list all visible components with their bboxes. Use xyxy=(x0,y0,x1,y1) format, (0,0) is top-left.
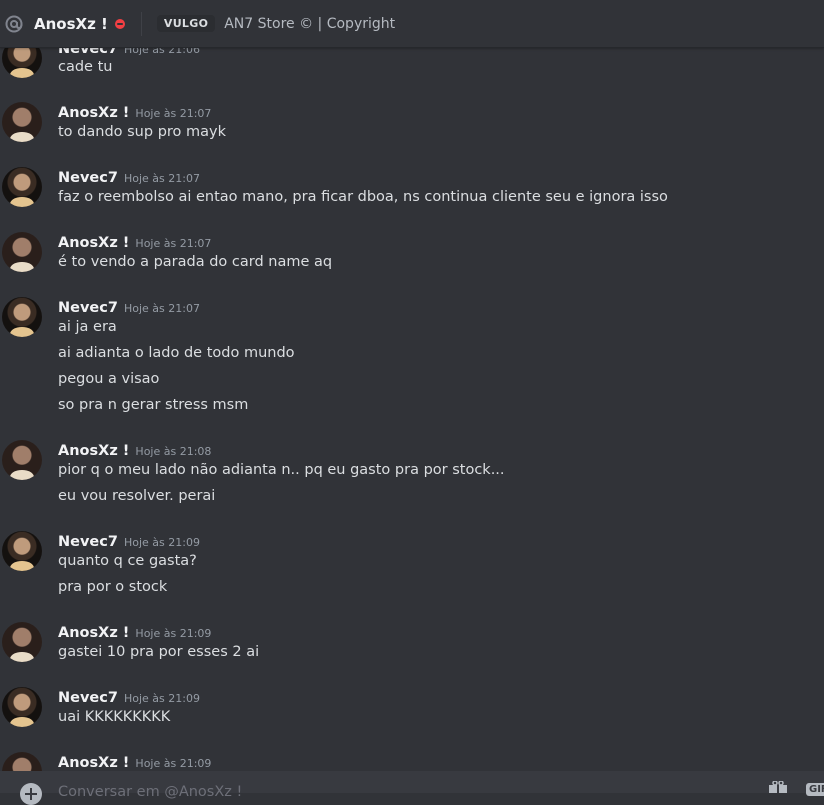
timestamp: Hoje às 21:07 xyxy=(135,107,212,120)
author-name[interactable]: AnosXz ! xyxy=(58,105,129,121)
timestamp: Hoje às 21:07 xyxy=(135,237,212,250)
avatar[interactable] xyxy=(2,102,42,142)
message-text: faz o reembolso ai entao mano, pra ficar… xyxy=(58,189,668,205)
message-text: pra por o stock xyxy=(58,579,168,595)
message-input[interactable]: Conversar em @AnosXz ! xyxy=(58,784,242,800)
message-text: pior q o meu lado não adianta n.. pq eu … xyxy=(58,462,505,478)
do-not-disturb-status-icon xyxy=(114,18,125,29)
message-text: uai KKKKKKKKK xyxy=(58,709,171,725)
author-name[interactable]: Nevec7 xyxy=(58,170,118,186)
gif-button[interactable]: GIF xyxy=(806,783,824,796)
timestamp: Hoje às 21:09 xyxy=(123,536,200,549)
author-name[interactable]: AnosXz ! xyxy=(58,625,129,641)
message-composer[interactable]: Conversar em @AnosXz ! GIF xyxy=(0,771,824,805)
author-name[interactable]: AnosXz ! xyxy=(58,755,129,771)
message-text: eu vou resolver. perai xyxy=(58,488,216,504)
message-text: gastei 10 pra por esses 2 ai xyxy=(58,644,260,660)
channel-header: AnosXz ! VULGO AN7 Store © | Copyright xyxy=(0,0,824,48)
message-text: cade tu xyxy=(58,59,113,75)
message-text: ai ja era xyxy=(58,319,117,335)
dm-recipient-name[interactable]: AnosXz ! xyxy=(34,15,108,33)
timestamp: Hoje às 21:08 xyxy=(135,445,212,458)
avatar[interactable] xyxy=(2,167,42,207)
avatar[interactable] xyxy=(2,622,42,662)
author-name[interactable]: Nevec7 xyxy=(58,690,118,706)
avatar[interactable] xyxy=(2,531,42,571)
timestamp: Hoje às 21:09 xyxy=(135,757,212,770)
avatar[interactable] xyxy=(2,687,42,727)
server-tag-badge[interactable]: VULGO xyxy=(156,15,216,32)
author-name[interactable]: AnosXz ! xyxy=(58,235,129,251)
message-text: é to vendo a parada do card name aq xyxy=(58,254,333,270)
custom-status-text: AN7 Store © | Copyright xyxy=(224,15,396,32)
timestamp: Hoje às 21:09 xyxy=(135,627,212,640)
avatar[interactable] xyxy=(2,232,42,272)
timestamp: Hoje às 21:09 xyxy=(123,692,200,705)
avatar[interactable] xyxy=(2,440,42,480)
message-text: so pra n gerar stress msm xyxy=(58,397,249,413)
message-text: to dando sup pro mayk xyxy=(58,124,227,140)
avatar[interactable] xyxy=(2,297,42,337)
message-text: quanto q ce gasta? xyxy=(58,553,197,569)
add-attachment-icon[interactable] xyxy=(20,783,42,805)
gift-icon[interactable] xyxy=(768,781,788,793)
message-list: Nevec7 Hoje às 21:06 cade tu AnosXz ! Hoje… xyxy=(0,0,824,771)
author-name[interactable]: AnosXz ! xyxy=(58,443,129,459)
at-sign-icon xyxy=(4,14,24,34)
message-text: pegou a visao xyxy=(58,371,160,387)
author-name[interactable]: Nevec7 xyxy=(58,534,118,550)
message-text: ai adianta o lado de todo mundo xyxy=(58,345,295,361)
timestamp: Hoje às 21:07 xyxy=(123,302,200,315)
timestamp: Hoje às 21:07 xyxy=(123,172,200,185)
avatar[interactable] xyxy=(2,752,42,771)
author-name[interactable]: Nevec7 xyxy=(58,300,118,316)
header-divider xyxy=(140,11,142,36)
